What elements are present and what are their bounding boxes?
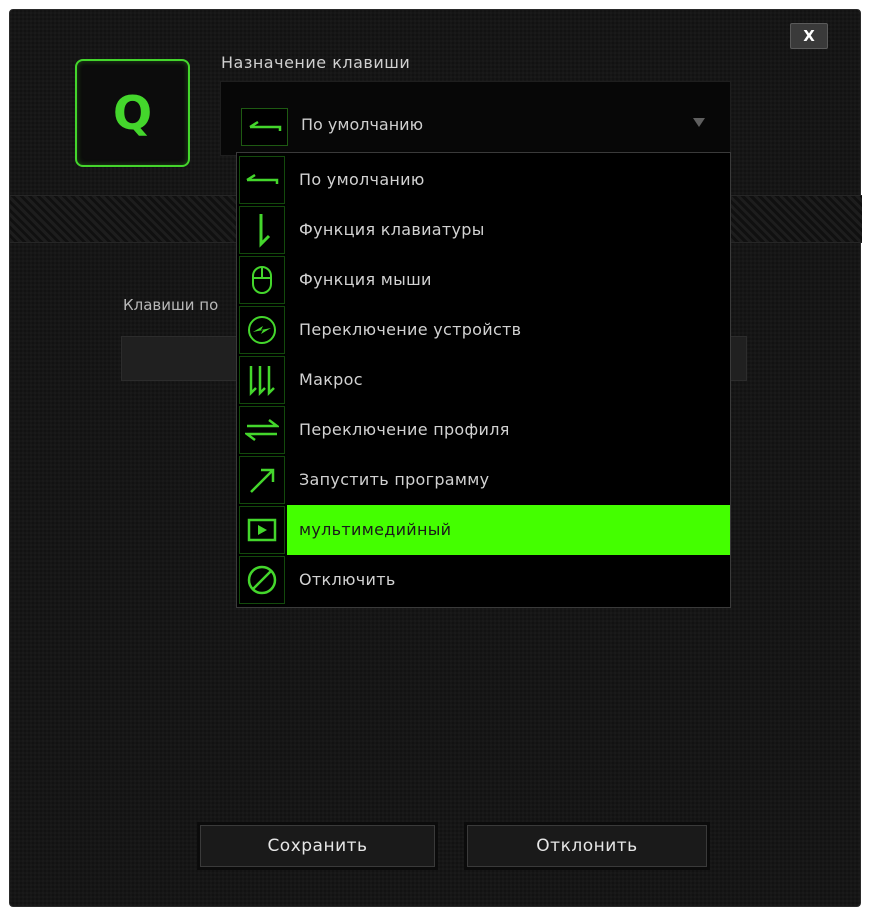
mouse-icon (239, 256, 285, 304)
macro-icon (239, 356, 285, 404)
menu-item-keyboard-function[interactable]: Функция клавиатуры (237, 205, 730, 255)
assignment-dropdown[interactable]: По умолчанию (220, 81, 731, 156)
key-assignment-dialog: X Q Назначение клавиши По умолчанию Клав… (9, 9, 862, 907)
menu-item-label: Функция клавиатуры (299, 220, 485, 239)
menu-item-label: Функция мыши (299, 270, 432, 289)
save-button[interactable]: Сохранить (200, 825, 435, 867)
menu-item-default[interactable]: По умолчанию (237, 155, 730, 205)
menu-item-disable[interactable]: Отключить (237, 555, 730, 605)
dropdown-menu: По умолчанию Функция клавиатуры Функция … (236, 152, 731, 608)
close-button[interactable]: X (790, 23, 828, 49)
menu-item-label: Переключение устройств (299, 320, 522, 339)
menu-item-device-switch[interactable]: Переключение устройств (237, 305, 730, 355)
menu-item-launch-program[interactable]: Запустить программу (237, 455, 730, 505)
cancel-button[interactable]: Отклонить (467, 825, 707, 867)
device-switch-icon (239, 306, 285, 354)
menu-item-profile-switch[interactable]: Переключение профиля (237, 405, 730, 455)
launch-program-icon (239, 456, 285, 504)
multimedia-play-icon (239, 506, 285, 554)
menu-item-multimedia[interactable]: мультимедийный (239, 505, 730, 555)
menu-item-label: Запустить программу (299, 470, 490, 489)
dropdown-selected-value: По умолчанию (301, 115, 424, 134)
menu-item-label: Переключение профиля (299, 420, 510, 439)
menu-item-label: мультимедийный (299, 520, 452, 539)
arrow-left-icon (239, 156, 285, 204)
menu-item-macro[interactable]: Макрос (237, 355, 730, 405)
assignment-title: Назначение клавиши (221, 53, 411, 72)
keyboard-arrow-down-icon (239, 206, 285, 254)
menu-item-mouse-function[interactable]: Функция мыши (237, 255, 730, 305)
background-label: Клавиши по (123, 296, 219, 314)
disable-icon (239, 556, 285, 604)
key-indicator: Q (75, 59, 190, 167)
arrow-left-icon (241, 108, 288, 146)
menu-item-label: По умолчанию (299, 170, 425, 189)
profile-switch-icon (239, 406, 285, 454)
menu-item-label: Отключить (299, 570, 396, 589)
menu-item-label: Макрос (299, 370, 363, 389)
chevron-down-icon[interactable] (693, 118, 705, 127)
